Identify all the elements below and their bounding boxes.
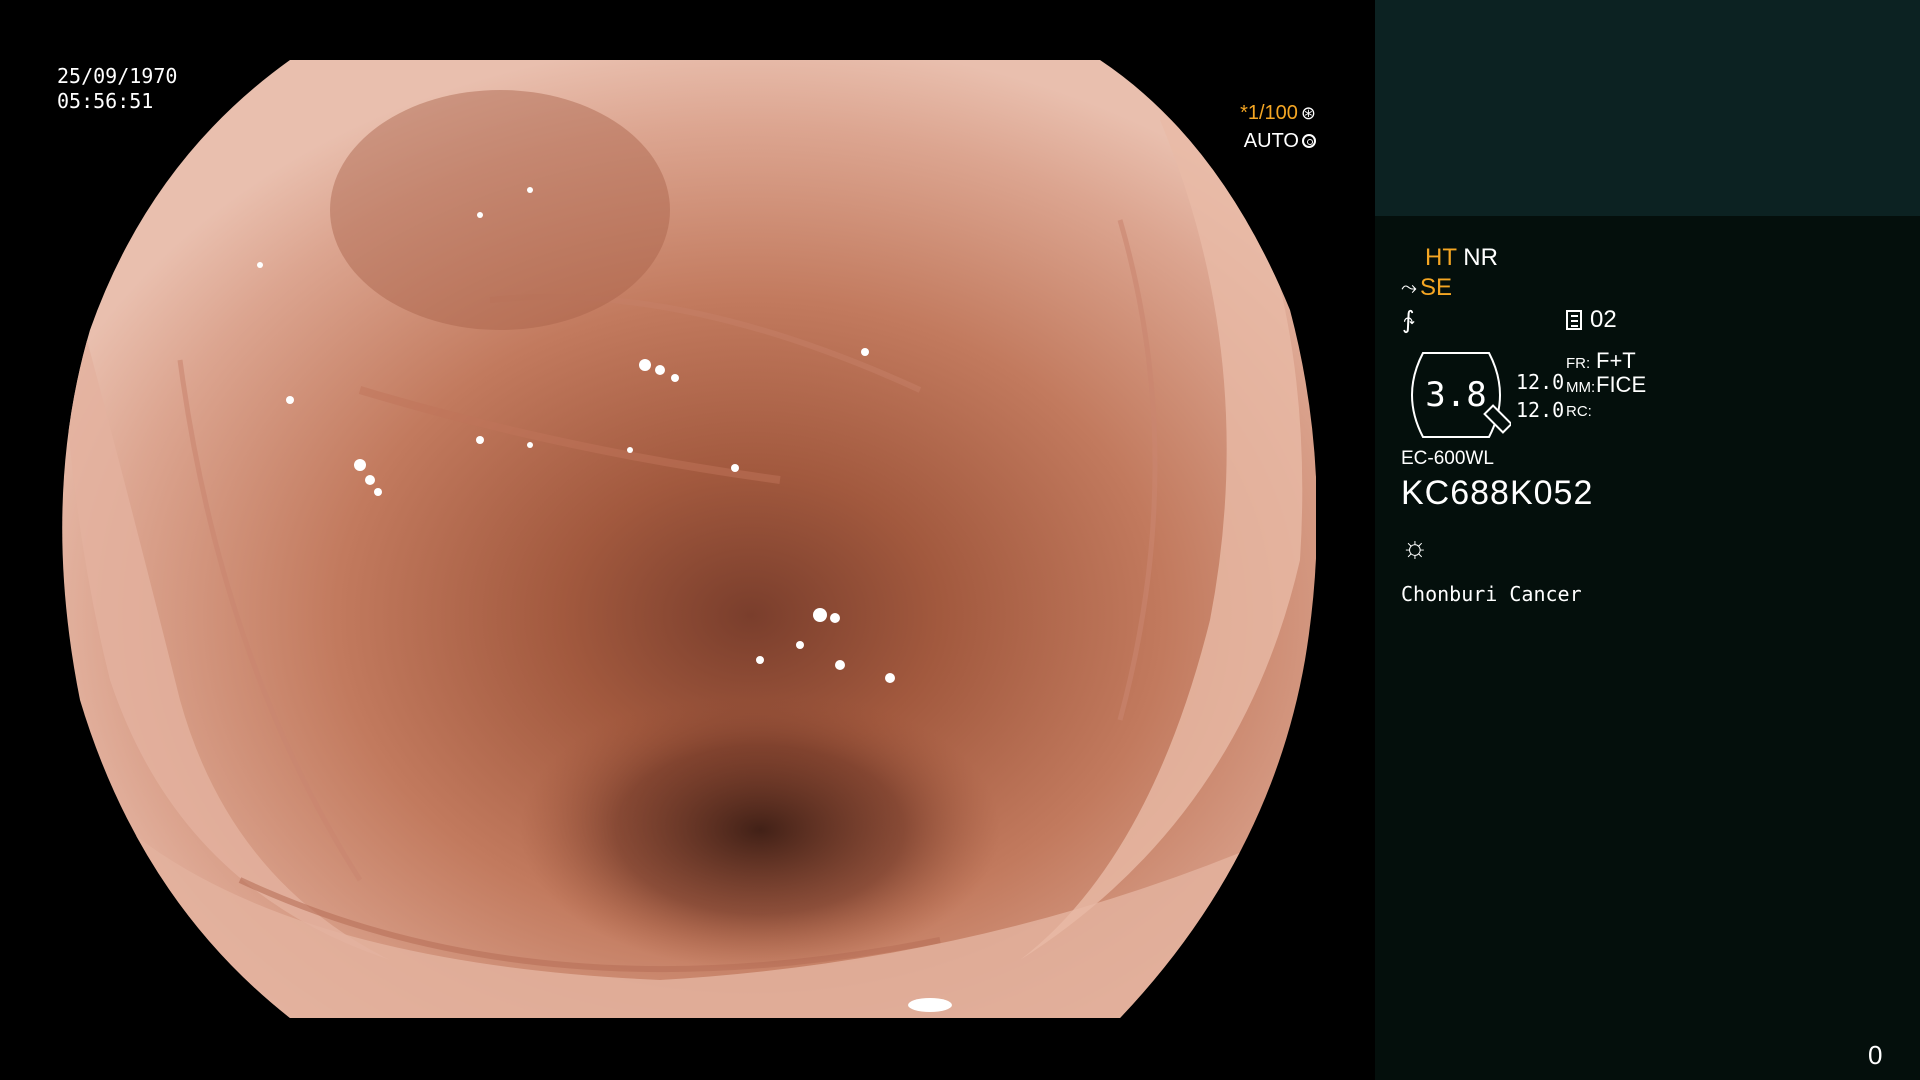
memory-icon [1566, 310, 1582, 330]
enhancement-row: HT NR [1425, 244, 1498, 272]
date-text: 25/09/1970 [57, 64, 178, 88]
setting-value-2: 12.0 [1516, 398, 1565, 422]
setting-values: 12.0 12.0 [1516, 368, 1564, 424]
rc-label: RC: [1566, 403, 1592, 420]
fr-value: F+T [1596, 348, 1636, 373]
image-counter: 0 [1868, 1040, 1883, 1070]
tone-curve-icon: ∱ [1402, 307, 1415, 334]
light-source-icon: ☼ [1401, 531, 1429, 564]
panel-header-area [1375, 0, 1920, 216]
mode-number: 02 [1590, 306, 1617, 333]
se-row: ⤳ SE [1401, 274, 1452, 302]
hospital-name: Chonburi Cancer [1401, 582, 1582, 606]
zoom-indicator: 3.8 [1401, 351, 1513, 439]
setting-label-values: F+T FICE [1596, 349, 1646, 397]
mm-label: MM: [1566, 379, 1596, 396]
scope-serial: KC688K052 [1401, 474, 1594, 512]
shutter-icon: ⊛ [1300, 103, 1316, 123]
setting-labels: FR: MM: RC: [1566, 352, 1595, 424]
se-label: SE [1420, 274, 1453, 301]
memory-mode: 02 [1566, 306, 1617, 334]
ht-label: HT [1425, 244, 1457, 271]
time-text: 05:56:51 [57, 89, 154, 113]
setting-value-1: 12.0 [1516, 370, 1565, 394]
nr-label: NR [1463, 244, 1498, 271]
exposure-mode-text: AUTO [1243, 130, 1299, 152]
datetime-display: 25/09/1970 05:56:51 [57, 64, 177, 114]
zoom-value: 3.8 [1425, 375, 1487, 415]
fr-label: FR: [1566, 355, 1591, 372]
shutter-info: *1/100 ⊛ AUTO [1240, 99, 1316, 155]
scope-angle-icon: ⤳ [1401, 276, 1417, 299]
scope-model: EC-600WL [1401, 448, 1494, 469]
shutter-speed-text: *1/100 [1240, 102, 1298, 124]
info-panel: HT NR ⤳ SE ∱ 02 3.8 12.0 12.0 FR: MM: RC… [1375, 216, 1920, 1080]
endoscope-image [62, 60, 1316, 1018]
mm-value: FICE [1596, 372, 1647, 397]
iris-icon [1302, 134, 1316, 148]
